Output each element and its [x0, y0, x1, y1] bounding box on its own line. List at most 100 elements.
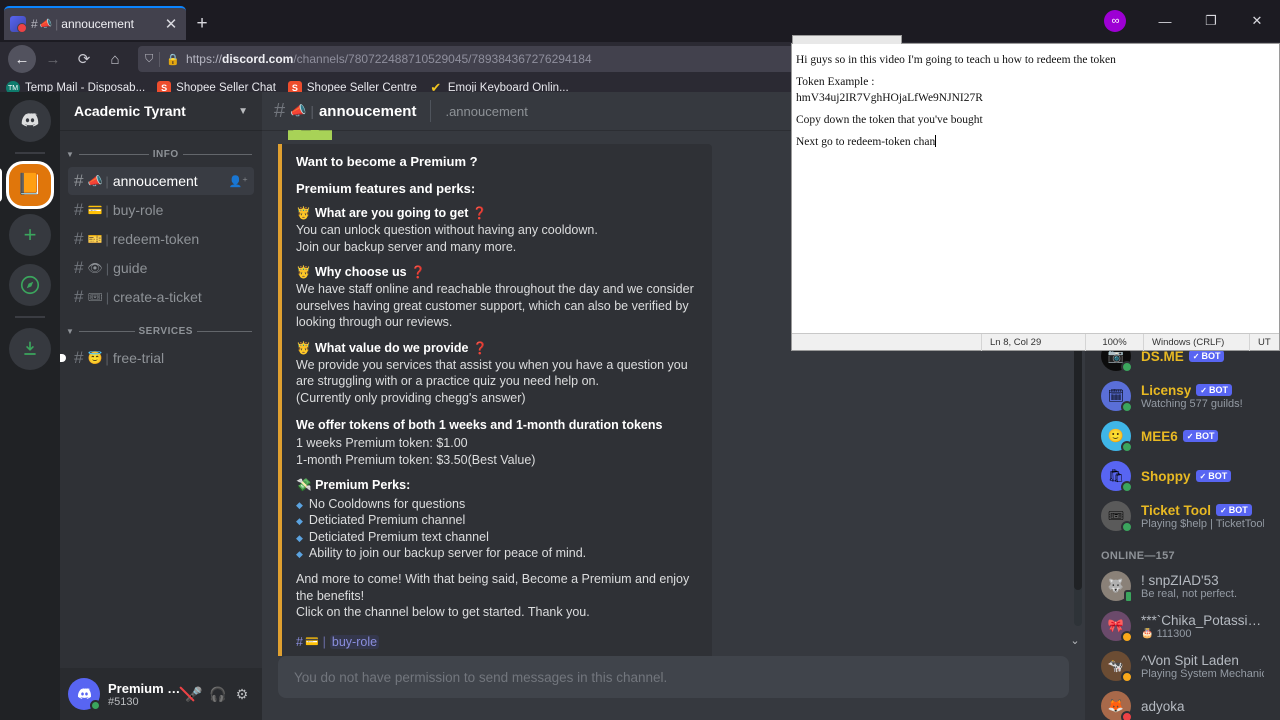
home-icon[interactable]: ⌂: [101, 45, 129, 73]
message-composer: You do not have permission to send messa…: [262, 656, 1085, 720]
reload-icon[interactable]: ⟳: [70, 45, 98, 73]
notepad-tab[interactable]: [792, 35, 902, 44]
add-server-button[interactable]: +: [9, 214, 51, 256]
minimize-button[interactable]: —: [1142, 0, 1188, 42]
member-text: adyoka: [1141, 699, 1264, 714]
embed-title: Want to become a Premium ?: [296, 154, 478, 169]
member-name: ! snpZIAD'53: [1141, 572, 1219, 588]
list-item[interactable]: 🎀 ***`Chika_Potassium♥... 🎂111300: [1093, 606, 1272, 646]
list-item[interactable]: 🐺 ! snpZIAD'53 Be real, not perfect.: [1093, 566, 1272, 606]
shield-icon[interactable]: ⛉: [145, 53, 153, 66]
embed-closing: And more to come! With that being said, …: [296, 572, 690, 619]
address-bar[interactable]: ⛉ 🔒 https://discord.com/channels/7807224…: [138, 46, 898, 72]
discord-home-button[interactable]: [9, 100, 51, 142]
member-name: Shoppy: [1141, 468, 1191, 484]
sidebar-item-free-trial[interactable]: # 😇 | free-trial: [60, 344, 254, 372]
notepad-line: Hi guys so in this video I'm going to te…: [796, 54, 1116, 66]
browser-tab-discord[interactable]: # 📣 | annoucement ✕: [4, 6, 186, 40]
channel-name: guide: [113, 260, 148, 276]
category-line: [79, 153, 149, 155]
perk-text: Deticiated Premium channel: [308, 513, 466, 528]
chevron-down-icon[interactable]: ▼: [238, 106, 248, 117]
notepad-window[interactable]: Hi guys so in this video I'm going to te…: [791, 35, 1280, 351]
user-info[interactable]: Premium M... #5130: [108, 681, 182, 708]
list-item: ◆ Deticiated Premium channel: [296, 512, 698, 528]
pricing-line: 1 weeks Premium token: $1.00: [296, 436, 468, 450]
member-group-header: ONLINE—157: [1101, 550, 1175, 562]
sidebar-item-buy-role[interactable]: # 💳 | buy-role: [68, 196, 254, 224]
embed-channel-link[interactable]: # 💳 | buy-role: [296, 634, 698, 649]
url-domain: discord.com: [221, 52, 294, 66]
check-icon: ✓: [1192, 351, 1200, 361]
guild-academic-tyrant[interactable]: 📙: [0, 164, 51, 206]
prince-icon: 🤴: [296, 340, 311, 355]
avatar[interactable]: [68, 678, 101, 711]
chevron-down-icon[interactable]: ⌄: [1067, 632, 1083, 648]
hash-icon: #: [74, 171, 84, 190]
list-item[interactable]: 🐄 ^Von Spit Laden Playing System Mechani…: [1093, 646, 1272, 686]
ticket-stub-icon: 🎟: [87, 290, 103, 304]
forward-icon[interactable]: →: [39, 45, 67, 73]
status-badge: [1121, 401, 1133, 413]
list-item: ◆ Ability to join our backup server for p…: [296, 545, 698, 561]
page-title: annoucement: [318, 102, 417, 120]
perk-text: Deticiated Premium text channel: [308, 529, 489, 544]
header-separator: |: [310, 103, 314, 119]
list-item[interactable]: 🦊 adyoka: [1093, 686, 1272, 720]
status-badge: [90, 700, 101, 711]
gear-icon[interactable]: ⚙: [230, 682, 254, 706]
notepad-line: Token Example :: [796, 76, 875, 88]
embed-perks-heading: 💸 Premium Perks:: [296, 478, 698, 493]
notepad-text-area[interactable]: Hi guys so in this video I'm going to te…: [792, 44, 1279, 333]
sidebar-item-guide[interactable]: # 👁 | guide: [68, 254, 254, 282]
megaphone-icon: 📣: [39, 18, 53, 30]
composer-placeholder: You do not have permission to send messa…: [294, 669, 668, 685]
channel-name: annoucement: [112, 173, 198, 189]
lock-icon[interactable]: 🔒: [166, 53, 180, 66]
category-info[interactable]: ▼ INFO: [60, 144, 262, 164]
new-tab-button[interactable]: +: [192, 14, 212, 33]
add-member-icon[interactable]: 👤⁺: [228, 175, 248, 188]
explore-servers-button[interactable]: [9, 264, 51, 306]
question-mark-icon: ❓: [410, 265, 426, 279]
close-tab-icon[interactable]: ✕: [162, 15, 180, 33]
back-icon[interactable]: ←: [8, 45, 36, 73]
list-item[interactable]: 🗓 Licensy ✓ BOT Watching 577 guilds!: [1093, 376, 1272, 416]
list-item[interactable]: 🎟 Ticket Tool ✓ BOT Playing $help | Ticke…: [1093, 496, 1272, 536]
maximize-button[interactable]: ❐: [1188, 0, 1234, 42]
user-discriminator: #5130: [108, 695, 139, 708]
avatar: 🦊: [1101, 691, 1133, 720]
guild-header[interactable]: Academic Tyrant ▼: [60, 92, 262, 130]
message-input: You do not have permission to send messa…: [278, 656, 1069, 698]
perk-text: No Cooldowns for questions: [308, 497, 466, 511]
microphone-muted-icon[interactable]: 🎤: [182, 682, 206, 706]
bot-badge: ✓ BOT: [1182, 430, 1219, 442]
sidebar-item-redeem-token[interactable]: # 🎫 | redeem-token: [68, 225, 254, 253]
url-scheme: https://: [185, 52, 222, 66]
sidebar-item-create-a-ticket[interactable]: # 🎟 | create-a-ticket: [68, 283, 254, 311]
category-services[interactable]: ▼ SERVICES: [60, 321, 262, 341]
rail-divider: [15, 316, 45, 318]
member-name: Licensy: [1141, 382, 1192, 398]
headphones-icon[interactable]: 🎧: [206, 682, 230, 706]
zoom-level: 100%: [1085, 333, 1143, 351]
channel-name: free-trial: [112, 350, 165, 366]
mask-icon[interactable]: ∞: [1104, 10, 1126, 32]
member-text: ^Von Spit Laden Playing System Mechanic: [1141, 653, 1264, 680]
cake-icon: 🎂: [1141, 628, 1154, 639]
close-window-button[interactable]: ✕: [1234, 0, 1280, 42]
download-apps-button[interactable]: [9, 328, 51, 370]
list-item[interactable]: 🙂 MEE6 ✓ BOT: [1093, 416, 1272, 456]
notepad-line-text: Next go to redeem-token chan: [796, 136, 936, 148]
check-icon: ✓: [1186, 431, 1194, 441]
link-channel-name: buy-role: [329, 634, 380, 649]
guild-name: Academic Tyrant: [74, 103, 186, 119]
hash-icon: #: [274, 99, 286, 122]
prince-icon: 🤴: [296, 206, 311, 220]
sidebar-item-annoucement[interactable]: # 📣 | annoucement 👤⁺: [68, 167, 254, 195]
list-item[interactable]: 🛍 Shoppy ✓ BOT: [1093, 456, 1272, 496]
embed-section-body: We provide you services that assist you …: [296, 357, 688, 405]
screen: # 📣 | annoucement ✕ + ∞ — ❐ ✕ ← → ⟳ ⌂ ⛉: [0, 0, 1280, 720]
channel-separator: |: [105, 231, 109, 247]
member-text: ! snpZIAD'53 Be real, not perfect.: [1141, 573, 1264, 600]
